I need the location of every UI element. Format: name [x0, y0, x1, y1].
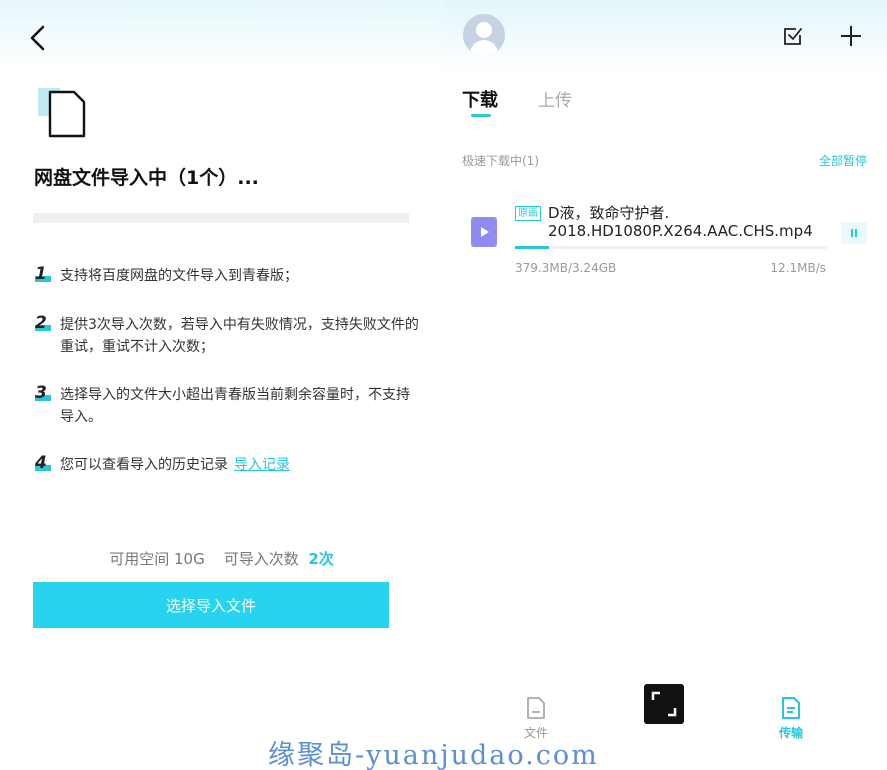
task-progress-bar [515, 246, 827, 249]
task-speed: 12.1MB/s [770, 261, 826, 275]
header-background [0, 0, 443, 70]
available-space: 可用空间 10G [109, 550, 205, 568]
quality-badge: 原画 [515, 206, 541, 221]
video-file-icon [471, 217, 497, 247]
add-icon[interactable] [840, 25, 862, 47]
avatar[interactable] [463, 14, 505, 56]
watermark: 缘聚岛-yuanjudao.com [268, 740, 599, 770]
file-folder-icon [527, 697, 545, 719]
scan-button[interactable] [644, 684, 684, 724]
file-icon [38, 88, 86, 138]
task-size: 379.3MB/3.24GB [515, 261, 617, 275]
tip-number: 3 [35, 383, 53, 405]
import-count-label: 可导入次数 [223, 550, 299, 568]
transfer-doc-icon [782, 697, 800, 719]
tip-text: 您可以查看导入的历史记录 导入记录 [60, 457, 290, 473]
back-arrow-icon[interactable] [26, 24, 50, 52]
transfer-screen: 下载 上传 极速下载中(1) 全部暂停 原画 D液，致命守护者. 2018.HD… [443, 0, 887, 770]
tip-number: 1 [35, 264, 53, 286]
import-count-value: 2次 [308, 550, 334, 568]
import-screen: 网盘文件导入中（1个）... 1 支持将百度网盘的文件导入到青春版； 2 提供3… [0, 0, 443, 770]
import-history-link[interactable]: 导入记录 [234, 457, 290, 473]
select-import-file-button[interactable]: 选择导入文件 [33, 582, 389, 628]
header-background [443, 0, 887, 75]
pause-task-button[interactable] [841, 222, 867, 244]
pause-all-button[interactable]: 全部暂停 [819, 152, 867, 169]
task-file-name-cont: 2018.HD1080P.X264.AAC.CHS.mp4 [548, 222, 813, 240]
tab-upload[interactable]: 上传 [538, 86, 572, 111]
tip-text: 提供3次导入次数，若导入中有失败情况，支持失败文件的重试，重试不计入次数； [60, 317, 419, 355]
scan-frame-icon [651, 691, 677, 717]
task-progress-fill [515, 246, 550, 249]
task-file-name: D液，致命守护者. [548, 204, 670, 222]
tab-download[interactable]: 下载 [462, 86, 498, 112]
import-progress-track [33, 213, 409, 223]
multi-select-checkbox-icon[interactable] [783, 26, 803, 46]
section-label: 极速下载中(1) [462, 154, 539, 168]
storage-info: 可用空间 10G 可导入次数 2次 [0, 548, 443, 569]
active-tab-indicator [471, 114, 491, 117]
import-status-title: 网盘文件导入中（1个）... [34, 167, 259, 189]
tip-text: 选择导入的文件大小超出青春版当前剩余容量时，不支持导入。 [60, 387, 410, 425]
download-task-row[interactable]: 原画 D液，致命守护者. 2018.HD1080P.X264.AAC.CHS.m… [443, 198, 887, 284]
tip-number: 4 [35, 453, 53, 475]
tip-number: 2 [35, 313, 53, 335]
nav-transfer[interactable]: 传输 [761, 696, 821, 741]
tip-text: 支持将百度网盘的文件导入到青春版； [60, 268, 298, 284]
